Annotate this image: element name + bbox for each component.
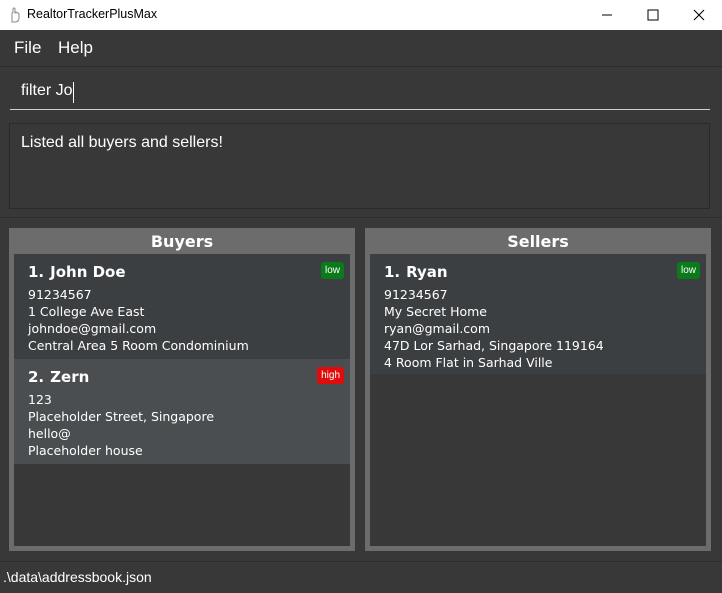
buyer-email: hello@: [28, 426, 71, 441]
result-message: Listed all buyers and sellers!: [21, 134, 223, 151]
command-box: [0, 67, 722, 117]
seller-selling-address: 47D Lor Sarhad, Singapore 119164: [384, 338, 604, 353]
list-panels: Buyers 1. John Doe 91234567 1 College Ave…: [0, 218, 722, 560]
buyer-name: 1. John Doe: [28, 263, 350, 281]
sellers-list[interactable]: 1. Ryan 91234567 My Secret Home ryan@gmai…: [370, 254, 706, 374]
buyer-card[interactable]: 1. John Doe 91234567 1 College Ave East j…: [14, 254, 350, 359]
menu-help[interactable]: Help: [58, 38, 93, 58]
close-icon[interactable]: [676, 0, 722, 30]
priority-badge: low: [676, 262, 700, 279]
seller-card[interactable]: 1. Ryan 91234567 My Secret Home ryan@gmai…: [370, 254, 706, 374]
window-title: RealtorTrackerPlusMax: [27, 7, 158, 21]
command-input[interactable]: [10, 72, 710, 110]
hand-icon: [8, 7, 22, 23]
buyers-panel[interactable]: Buyers 1. John Doe 91234567 1 College Ave…: [9, 228, 355, 551]
buyer-address: 1 College Ave East: [28, 304, 145, 319]
buyer-property: Central Area 5 Room Condominium: [28, 338, 249, 353]
menu-bar: File Help: [0, 30, 722, 67]
buyer-index: 1.: [28, 263, 45, 281]
result-display: Listed all buyers and sellers!: [0, 118, 722, 218]
minimize-icon[interactable]: [584, 0, 630, 30]
buyer-name: 2. Zern: [28, 368, 350, 386]
save-location: .\data\addressbook.json: [3, 569, 152, 585]
buyer-name-text: John Doe: [50, 263, 126, 281]
menu-file[interactable]: File: [14, 38, 41, 58]
buyer-phone: 123: [28, 392, 52, 407]
window-title-bar[interactable]: RealtorTrackerPlusMax: [0, 0, 722, 30]
buyers-header: Buyers: [9, 228, 355, 254]
result-box[interactable]: Listed all buyers and sellers!: [9, 123, 710, 209]
seller-phone: 91234567: [384, 287, 448, 302]
buyer-address: Placeholder Street, Singapore: [28, 409, 215, 424]
seller-property: 4 Room Flat in Sarhad Ville: [384, 355, 553, 370]
seller-email: ryan@gmail.com: [384, 321, 491, 336]
buyer-index: 2.: [28, 368, 45, 386]
buyer-card[interactable]: 2. Zern 123 Placeholder Street, Singapore…: [14, 359, 350, 464]
seller-name-text: Ryan: [406, 263, 448, 281]
seller-name: 1. Ryan: [384, 263, 706, 281]
seller-address: My Secret Home: [384, 304, 487, 319]
status-bar: .\data\addressbook.json: [0, 561, 722, 593]
buyer-name-text: Zern: [50, 368, 90, 386]
buyer-property: Placeholder house: [28, 443, 143, 458]
priority-badge: low: [320, 262, 344, 279]
buyers-list[interactable]: 1. John Doe 91234567 1 College Ave East j…: [14, 254, 350, 464]
text-caret: [73, 82, 74, 103]
sellers-header: Sellers: [365, 228, 711, 254]
sellers-panel[interactable]: Sellers 1. Ryan 91234567 My Secret Home r…: [365, 228, 711, 551]
buyer-phone: 91234567: [28, 287, 92, 302]
priority-badge: high: [317, 367, 344, 384]
maximize-icon[interactable]: [630, 0, 676, 30]
buyer-email: johndoe@gmail.com: [28, 321, 157, 336]
seller-index: 1.: [384, 263, 401, 281]
